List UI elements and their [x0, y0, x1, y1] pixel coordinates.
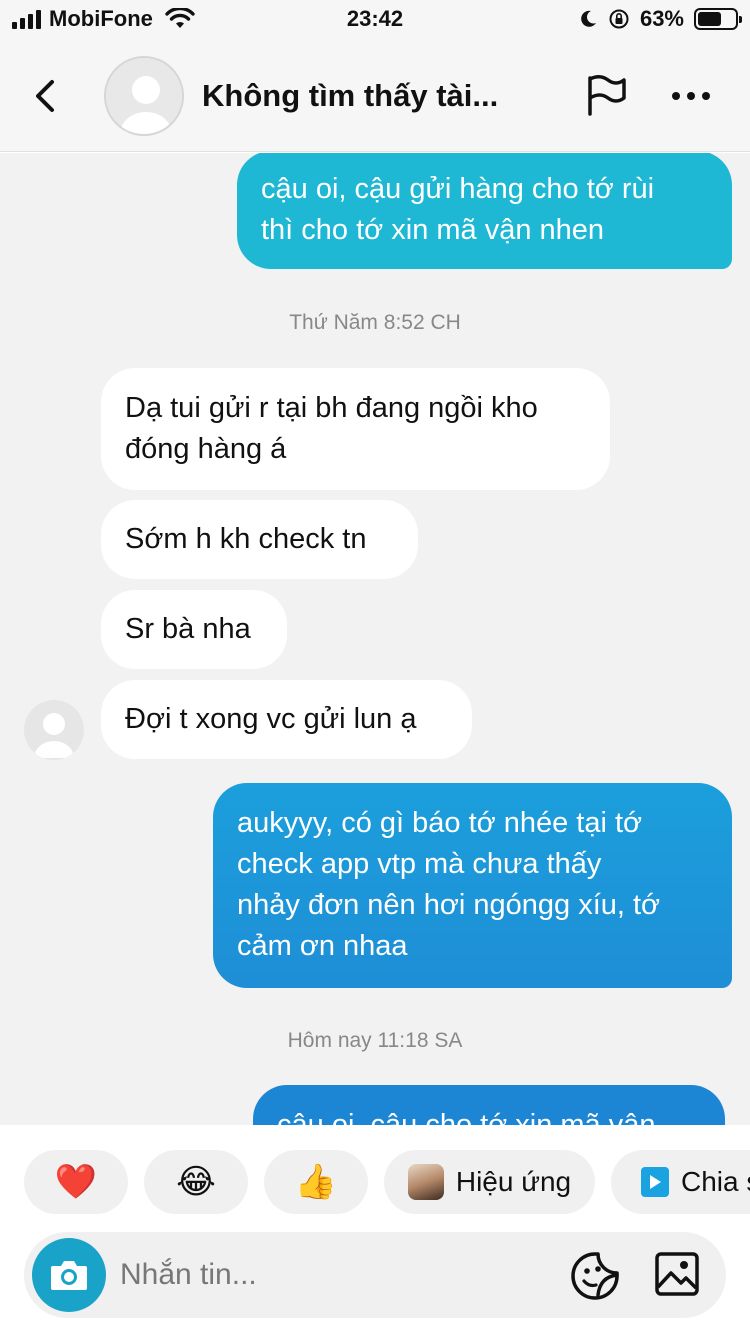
- message-text: Sr bà nha: [125, 613, 251, 645]
- effects-label: Hiệu ứng: [455, 1166, 572, 1197]
- message-text: Sớm h kh check tn: [125, 523, 367, 555]
- timestamp: Hôm nay 11:18 SA: [287, 1029, 463, 1052]
- laughing-face-icon: 😂: [176, 1163, 216, 1201]
- message-incoming[interactable]: Dạ tui gửi r tại bh đang ngồi kho đóng h…: [101, 368, 610, 490]
- heart-reaction-button[interactable]: ❤️: [24, 1150, 128, 1214]
- message-text: cậu oi, cậu cho tớ xin mã vận: [277, 1109, 656, 1125]
- timestamp: Thứ Năm 8:52 CH: [289, 311, 461, 334]
- message-line: nhảy đơn nên hơi ngóngg xíu, tớ: [237, 889, 661, 921]
- share-button[interactable]: Chia s: [611, 1150, 750, 1214]
- chat-header: Không tìm thấy tài...: [0, 40, 750, 152]
- back-icon[interactable]: [26, 76, 66, 116]
- message-line: cảm ơn nhaa: [237, 930, 408, 962]
- laugh-reaction-button[interactable]: 😂: [144, 1150, 248, 1214]
- message-line: cậu oi, cậu gửi hàng cho tớ rùi: [261, 173, 655, 205]
- thumbs-up-reaction-button[interactable]: 👍: [264, 1150, 368, 1214]
- status-bar: MobiFone 23:42 63%: [0, 0, 750, 40]
- page-title[interactable]: Không tìm thấy tài...: [202, 78, 498, 114]
- message-line: thì cho tớ xin mã vận nhen: [261, 214, 605, 246]
- message-incoming[interactable]: Sớm h kh check tn: [101, 500, 418, 579]
- message-line: aukyyy, có gì báo tớ nhée tại tớ: [237, 807, 643, 839]
- message-text: Đợi t xong vc gửi lun ạ: [125, 703, 417, 735]
- message-outgoing[interactable]: cậu oi, cậu cho tớ xin mã vận: [253, 1085, 725, 1125]
- orientation-lock-icon: [609, 9, 629, 29]
- battery-percent: 63%: [639, 6, 684, 31]
- battery-icon: [694, 8, 742, 30]
- message-line: check app vtp mà chưa thấy: [237, 848, 602, 880]
- more-icon[interactable]: [672, 84, 716, 108]
- share-label: Chia s: [681, 1166, 750, 1197]
- message-input[interactable]: [120, 1250, 540, 1300]
- sticker-icon[interactable]: [570, 1251, 620, 1301]
- message-outgoing[interactable]: aukyyy, có gì báo tớ nhée tại tớ check a…: [213, 783, 732, 988]
- heart-icon: ❤️: [54, 1163, 98, 1201]
- avatar[interactable]: [104, 56, 184, 136]
- effect-thumbnail: [407, 1164, 444, 1200]
- default-avatar-icon: [34, 713, 74, 758]
- status-right: 63%: [578, 6, 742, 32]
- flag-icon[interactable]: [584, 74, 628, 118]
- message-line: đóng hàng á: [125, 433, 287, 465]
- message-list[interactable]: cậu oi, cậu gửi hàng cho tớ rùi thì cho …: [0, 153, 750, 1125]
- moon-icon: [581, 10, 596, 27]
- message-outgoing[interactable]: cậu oi, cậu gửi hàng cho tớ rùi thì cho …: [237, 153, 732, 269]
- battery-fill: [698, 12, 721, 26]
- default-avatar-icon: [120, 76, 172, 134]
- avatar[interactable]: [24, 700, 84, 760]
- share-icon: [641, 1167, 669, 1197]
- message-line: Dạ tui gửi r tại bh đang ngồi kho: [125, 392, 538, 424]
- gallery-icon[interactable]: [654, 1251, 700, 1297]
- message-composer: [24, 1232, 726, 1318]
- message-incoming[interactable]: Sr bà nha: [101, 590, 287, 669]
- thumbs-up-icon: 👍: [294, 1163, 338, 1201]
- camera-icon: [51, 1261, 87, 1290]
- quick-reactions-bar: ❤️ 😂 👍 Hiệu ứng Chia s: [0, 1125, 750, 1225]
- message-incoming[interactable]: Đợi t xong vc gửi lun ạ: [101, 680, 472, 759]
- effects-button[interactable]: Hiệu ứng: [384, 1150, 595, 1214]
- camera-button[interactable]: [32, 1238, 106, 1312]
